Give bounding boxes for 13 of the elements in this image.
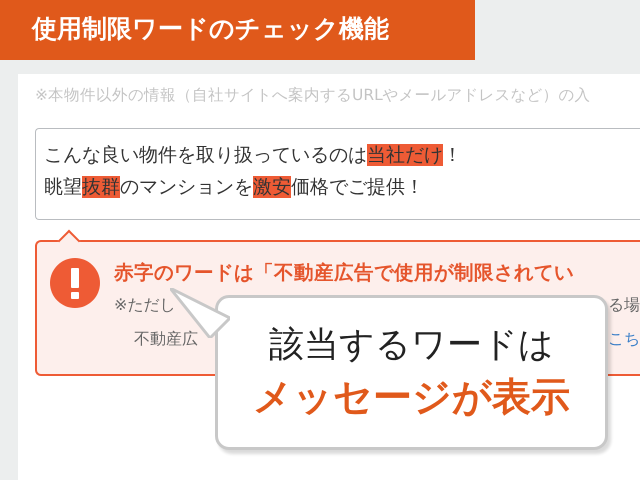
hint-text: ※本物件以外の情報（自社サイトへ案内するURLやメールアドレスなど）の入 [35, 85, 592, 106]
alert-text: ※ただし [114, 294, 176, 316]
alert-text: 不動産広 [134, 328, 198, 350]
warning-icon [50, 258, 100, 308]
callout-text: メッセージが表示 [252, 374, 571, 422]
callout-text: 該当するワードは [268, 324, 555, 367]
link[interactable]: こち [608, 322, 640, 356]
alert-text: る場 [608, 294, 640, 316]
alert-title: 赤字のワードは「不動産広告で使用が制限されてい [114, 260, 575, 286]
banner-title: 使用制限ワードのチェック機能 [0, 0, 475, 60]
text-area[interactable]: こんな良い物件を取り扱っているのは当社だけ！ 眺望抜群のマンションを激安価格でご提供！ [35, 128, 640, 220]
text-line: 眺望抜群のマンションを激安価格でご提供！ [44, 175, 425, 200]
text-line: こんな良い物件を取り扱っているのは当社だけ！ [44, 143, 463, 168]
